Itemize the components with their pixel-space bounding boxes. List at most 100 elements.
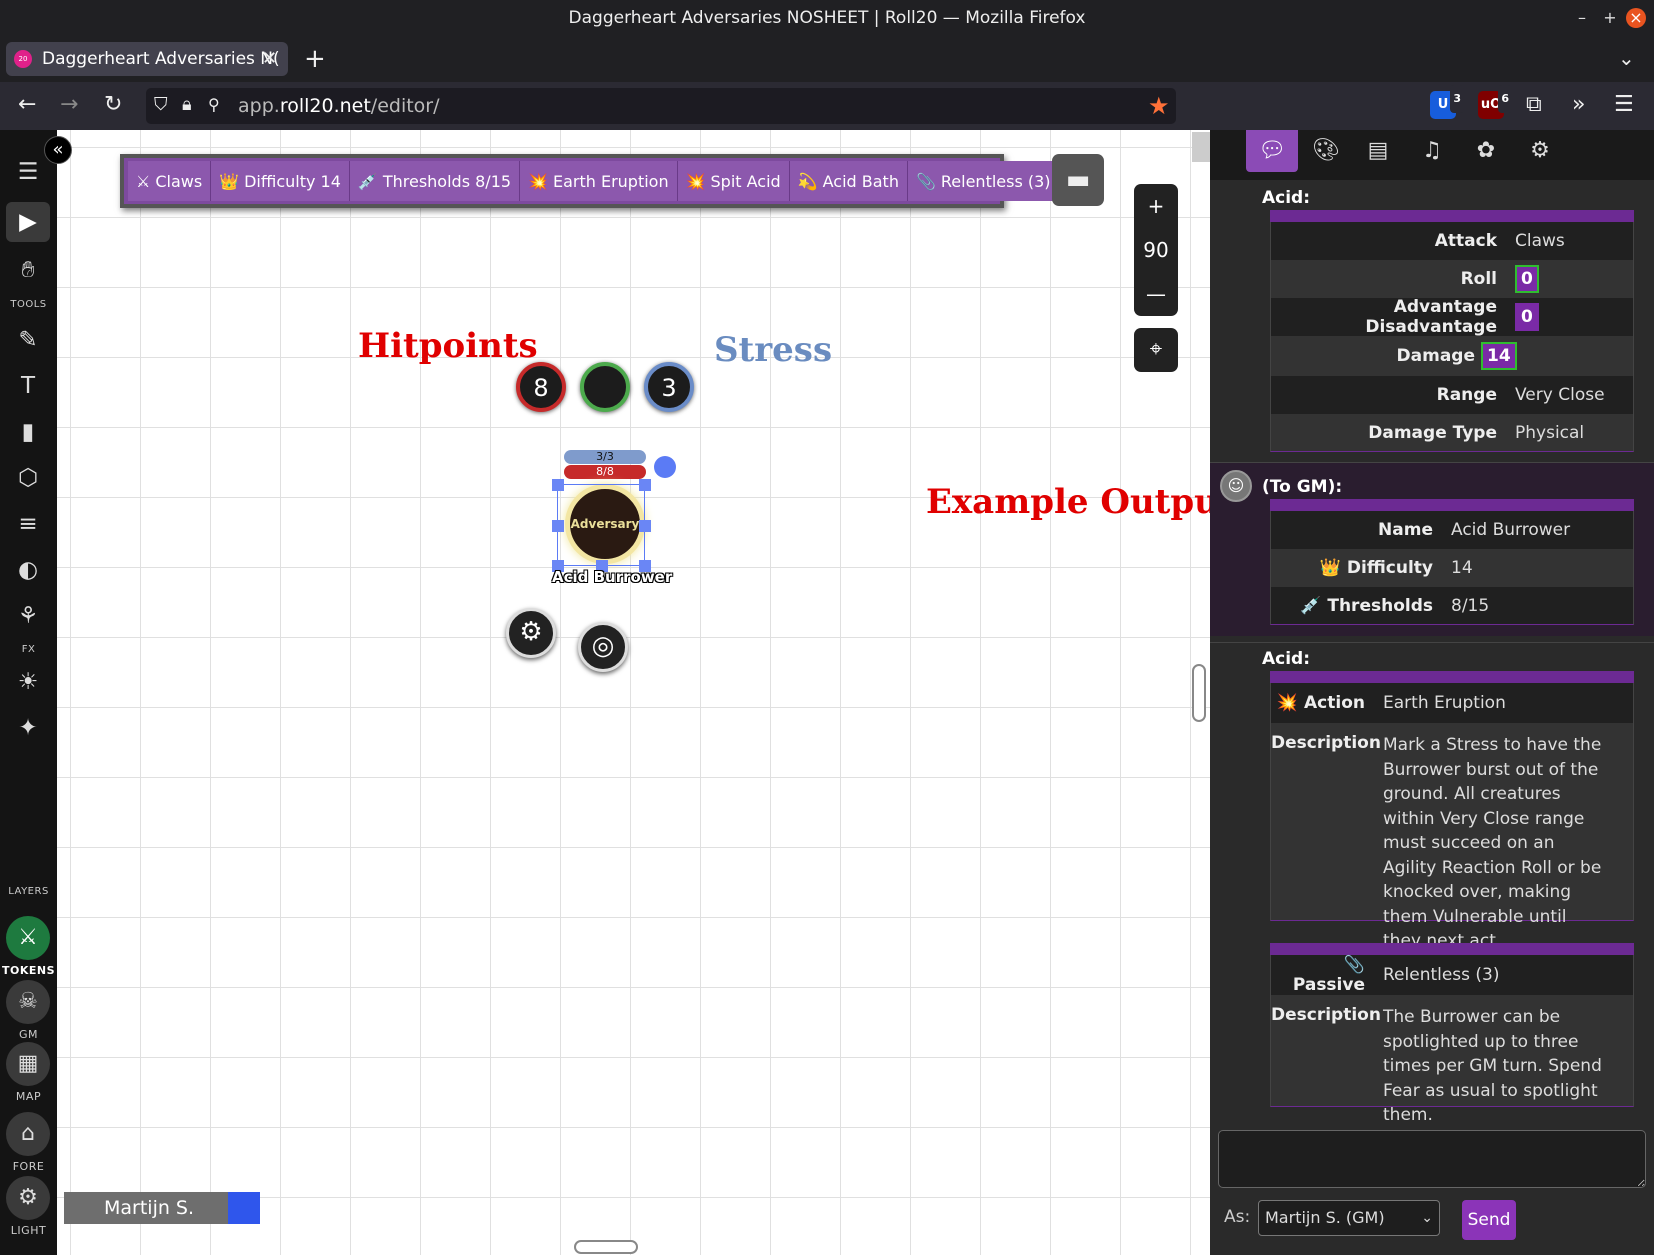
tab-settings-gear-icon[interactable]: ⚙ (1514, 130, 1566, 172)
tab-journal-icon[interactable]: ▤ (1352, 130, 1404, 172)
macro-difficulty-button[interactable]: 👑 Difficulty 14 (211, 161, 350, 201)
syringe-icon: 💉 (357, 171, 378, 191)
fog-icon[interactable]: ◐ (6, 550, 50, 590)
macro-claws-button[interactable]: ⚔ Claws (128, 161, 212, 201)
menu-icon[interactable]: ☰ (6, 152, 50, 192)
inline-roll-result[interactable]: 14 (1481, 342, 1517, 370)
macro-earth-eruption-button[interactable]: 💥 Earth Eruption (520, 161, 678, 201)
row-value: Mark a Stress to have the Burrower burst… (1383, 735, 1602, 951)
resize-handle[interactable] (639, 520, 651, 532)
browser-tab[interactable]: Daggerheart Adversaries N( (6, 42, 288, 76)
macro-spit-acid-button[interactable]: 💥 Spit Acid (677, 161, 790, 201)
tabletop-canvas[interactable] (57, 130, 1210, 1255)
row-key: Action (1304, 693, 1365, 713)
extensions-puzzle-icon[interactable]: ⧉ (1526, 92, 1542, 118)
foreground-layer-icon[interactable]: ⌂ (6, 1112, 50, 1156)
new-tab-icon[interactable]: + (304, 44, 326, 74)
text-tool-icon[interactable]: T (6, 366, 50, 406)
macro-relentless-button[interactable]: 📎 Relentless (3) (907, 161, 1059, 201)
zoom-in-icon[interactable]: + (1134, 184, 1178, 228)
tokens-layer-label: TOKENS (1, 964, 56, 977)
jukebox-icon[interactable]: ▬ (1052, 154, 1104, 206)
rotate-handle[interactable] (654, 456, 676, 478)
tab-title: Daggerheart Adversaries N( (42, 49, 280, 69)
tab-list-chevron-icon[interactable]: ⌄ (1618, 46, 1635, 70)
speak-as-select[interactable]: Martijn S. (GM) ⌄ (1258, 1200, 1440, 1236)
zoom-out-icon[interactable]: — (1134, 272, 1178, 316)
canvas-menu-handle[interactable] (1192, 132, 1210, 162)
crown-icon: 👑 (219, 171, 240, 191)
token-target-icon[interactable]: ◎ (578, 622, 628, 672)
map-layer-icon[interactable]: ▦ (6, 1042, 50, 1086)
resize-handle[interactable] (639, 479, 651, 491)
reload-icon[interactable]: ↻ (104, 92, 122, 118)
url-path: /editor/ (370, 95, 440, 117)
template-row: 👑 Difficulty 14 (1270, 549, 1634, 587)
minimize-icon[interactable]: – (1572, 8, 1592, 28)
token-settings-gear-icon[interactable]: ⚙ (506, 608, 556, 658)
row-value: 14 (1451, 558, 1473, 578)
template-row: 💉 Thresholds 8/15 (1270, 587, 1634, 625)
forward-icon[interactable]: → (60, 92, 78, 118)
light-layer-icon[interactable]: ⚙ (6, 1176, 50, 1220)
vertical-scroll-handle[interactable] (1192, 664, 1206, 722)
green-bubble[interactable] (580, 362, 630, 412)
player-color-swatch[interactable] (228, 1192, 260, 1224)
template-row: Name Acid Burrower (1270, 511, 1634, 549)
row-value: 8/15 (1451, 595, 1490, 616)
dice-icon[interactable]: ⬡ (6, 458, 50, 498)
fx-wand-icon[interactable]: ⚘ (6, 596, 50, 636)
resize-handle[interactable] (552, 520, 564, 532)
magic-wand-icon[interactable]: ✦ (6, 708, 50, 748)
chat-input[interactable] (1218, 1130, 1646, 1188)
close-window-icon[interactable]: × (1626, 8, 1646, 28)
fore-layer-label: FORE (12, 1160, 45, 1173)
chat-message-attack: Acid: Attack Claws Roll 0 Advantage Disadv… (1210, 186, 1654, 458)
message-sender: (To GM): (1262, 477, 1343, 497)
gm-layer-label: GM (18, 1028, 38, 1041)
tab-compendium-icon[interactable]: ✿ (1460, 130, 1512, 172)
tab-art-library-icon[interactable]: 🎨︎ (1300, 130, 1352, 172)
bookmark-star-icon[interactable]: ★ (1148, 92, 1170, 120)
bitwarden-extension-icon[interactable]: U3 (1430, 85, 1464, 119)
overflow-chevrons-icon[interactable]: » (1572, 92, 1585, 118)
send-button[interactable]: Send (1462, 1200, 1516, 1240)
template-row: Description The Burrower can be spotlight… (1270, 995, 1634, 1125)
stress-bar: 3/3 (564, 450, 646, 464)
maximize-icon[interactable]: + (1600, 8, 1620, 28)
permissions-icon[interactable]: ⚲ (208, 92, 220, 118)
tab-chat-icon[interactable]: 💬︎ (1246, 130, 1298, 172)
explosion-icon: 💥 (685, 171, 706, 191)
template-row: Description Mark a Stress to have the Bur… (1270, 723, 1634, 951)
focus-crosshair-icon[interactable]: ⌖ (1134, 328, 1178, 372)
tokens-layer-icon[interactable]: ⚔ (6, 916, 50, 960)
tab-jukebox-icon[interactable]: ♫ (1406, 130, 1458, 172)
tab-close-icon[interactable]: ✕ (262, 46, 282, 72)
template-header-bar (1270, 671, 1634, 683)
notes-icon[interactable]: ≡ (6, 504, 50, 544)
row-value: Relentless (3) (1383, 965, 1500, 985)
pan-hand-icon[interactable]: ✋︎ (6, 250, 50, 290)
inline-roll-result[interactable]: 0 (1515, 303, 1539, 331)
ruler-icon[interactable]: ▮ (6, 412, 50, 452)
gm-layer-icon[interactable]: ☠ (6, 980, 50, 1024)
shield-icon[interactable]: ⛉ (154, 92, 168, 118)
horizontal-scroll-handle[interactable] (574, 1240, 638, 1254)
app-menu-icon[interactable]: ☰ (1614, 92, 1634, 118)
draw-brush-icon[interactable]: ✎ (6, 320, 50, 360)
row-key: Passive (1292, 975, 1365, 995)
macro-thresholds-button[interactable]: 💉 Thresholds 8/15 (349, 161, 521, 201)
crown-icon: 👑 (1319, 558, 1341, 578)
ublock-extension-icon[interactable]: uO 6 (1478, 85, 1512, 119)
select-pointer-icon[interactable]: ▶ (6, 202, 50, 242)
macro-acid-bath-button[interactable]: 💫 Acid Bath (789, 161, 908, 201)
url-text[interactable]: app.roll20.net/editor/ (238, 90, 440, 122)
resize-handle[interactable] (552, 479, 564, 491)
lighting-icon[interactable]: ☀ (6, 662, 50, 702)
inline-roll-result[interactable]: 0 (1515, 265, 1539, 293)
stress-bubble[interactable]: 3 (644, 362, 694, 412)
hitpoints-bubble[interactable]: 8 (516, 362, 566, 412)
back-icon[interactable]: ← (18, 92, 36, 118)
stress-annotation: Stress (714, 330, 833, 370)
lock-icon[interactable]: 🔒︎ (182, 92, 192, 118)
